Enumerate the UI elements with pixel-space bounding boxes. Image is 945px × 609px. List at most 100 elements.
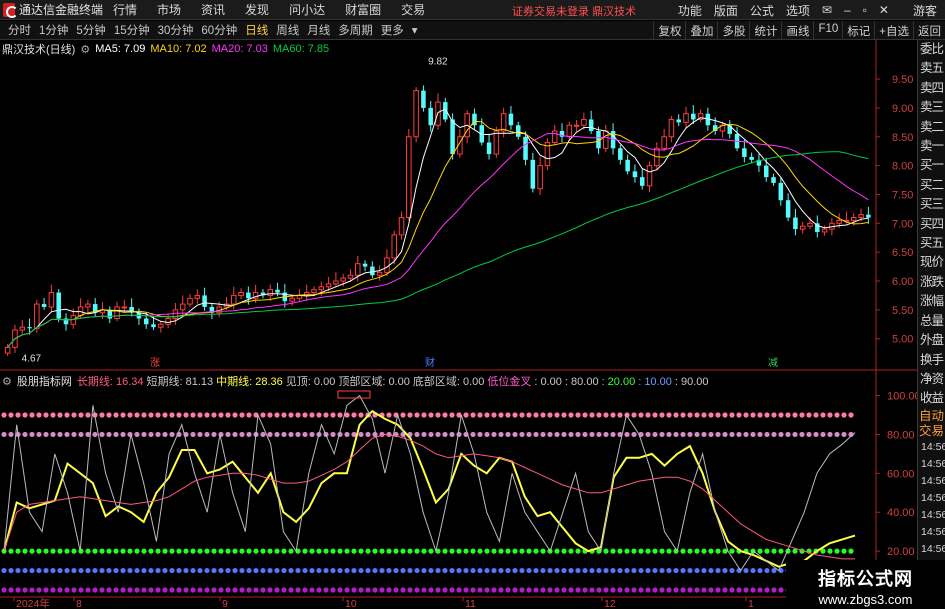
level-dot — [708, 548, 714, 554]
level-dot — [379, 548, 385, 554]
minimize-icon[interactable]: – — [838, 3, 857, 17]
tool-draw-line[interactable]: 画线 — [781, 21, 813, 40]
period-intraday[interactable]: 分时 — [4, 22, 35, 38]
period-multi[interactable]: 多周期 — [334, 22, 377, 38]
period-15min[interactable]: 15分钟 — [110, 22, 154, 38]
tool-add-favorite[interactable]: +自选 — [874, 21, 913, 40]
level-dot — [176, 412, 182, 418]
level-dot — [687, 431, 693, 438]
level-dot — [449, 412, 455, 418]
level-dot — [281, 412, 287, 418]
menu-formula[interactable]: 公式 — [744, 2, 780, 19]
level-dot — [512, 567, 518, 574]
level-dot — [120, 412, 126, 418]
level-dot — [8, 431, 14, 438]
menu-layout[interactable]: 版面 — [708, 2, 744, 19]
candle-body — [821, 228, 828, 233]
level-dot — [211, 548, 217, 554]
tick-time: 14:56 — [921, 542, 945, 555]
level-dot — [190, 412, 196, 418]
level-dot — [498, 412, 504, 418]
more-dropdown-icon[interactable]: ▾ — [408, 23, 422, 37]
menu-trade[interactable]: 交易 — [391, 1, 435, 18]
menu-market[interactable]: 市场 — [147, 1, 191, 18]
level-dot — [15, 567, 21, 574]
menu-wealth[interactable]: 财富圈 — [335, 1, 391, 18]
period-60min[interactable]: 60分钟 — [197, 22, 241, 38]
level-dot — [491, 567, 497, 574]
menu-options[interactable]: 选项 — [780, 2, 816, 19]
tool-back[interactable]: 返回 — [913, 21, 945, 40]
sub-indicator-item: : 0.00 — [534, 376, 562, 388]
level-dot — [316, 587, 322, 593]
candle-body — [151, 324, 156, 328]
level-dot — [715, 548, 721, 554]
candle-body — [231, 294, 237, 305]
level-dot — [204, 431, 210, 438]
level-dot — [589, 567, 595, 574]
level-dot — [78, 431, 84, 438]
level-dot — [57, 567, 63, 574]
kline-chart[interactable]: 5.00 5.50 6.00 6.50 7.00 7.50 8.00 8.50 9.00 9.50… — [0, 0, 945, 609]
period-30min[interactable]: 30分钟 — [154, 22, 198, 38]
tool-multi-stock[interactable]: 多股 — [717, 21, 749, 40]
level-dot — [134, 412, 140, 418]
candle-body — [85, 303, 91, 308]
level-dot — [232, 412, 238, 418]
message-icon[interactable]: ✉ — [816, 3, 838, 17]
level-dot — [71, 548, 77, 554]
menu-quotes[interactable]: 行情 — [103, 1, 147, 18]
level-dot — [575, 587, 581, 593]
tool-f10[interactable]: F10 — [813, 21, 842, 40]
level-dot — [15, 587, 21, 593]
candle-body — [202, 295, 207, 307]
close-icon[interactable]: ✕ — [873, 3, 895, 17]
stock-period-label[interactable]: 鼎汉技术(日线) — [2, 41, 75, 57]
level-dot — [400, 412, 406, 418]
menu-news[interactable]: 资讯 — [191, 1, 235, 18]
auto-trade-button[interactable]: 自动 交易 — [918, 409, 945, 439]
level-dot — [141, 548, 147, 554]
level-dot — [827, 431, 833, 438]
guest-user[interactable]: 游客 — [913, 2, 937, 19]
level-dot — [477, 412, 483, 418]
level-dot — [190, 431, 196, 438]
period-1min[interactable]: 1分钟 — [35, 22, 72, 38]
tool-mark[interactable]: 标记 — [842, 21, 874, 40]
settings-icon[interactable]: ⚙ — [80, 43, 90, 56]
level-dot — [50, 412, 56, 418]
menu-ask[interactable]: 问小达 — [279, 1, 335, 18]
candle-body — [56, 292, 61, 319]
menu-discover[interactable]: 发现 — [235, 1, 279, 18]
level-dot — [568, 587, 574, 593]
level-dot — [631, 587, 637, 593]
period-weekly[interactable]: 周线 — [272, 22, 303, 38]
period-daily[interactable]: 日线 — [241, 22, 272, 38]
period-monthly[interactable]: 月线 — [303, 22, 334, 38]
tool-statistics[interactable]: 统计 — [749, 21, 781, 40]
tool-adjust[interactable]: 复权 — [653, 21, 685, 40]
level-dot — [407, 587, 413, 593]
level-dot — [407, 412, 413, 418]
level-dot — [694, 567, 700, 574]
period-5min[interactable]: 5分钟 — [72, 22, 109, 38]
login-notice[interactable]: 证券交易未登录 鼎汉技术 — [512, 3, 636, 19]
maximize-icon[interactable]: ▫ — [857, 3, 873, 17]
level-dot — [337, 567, 343, 574]
level-dot — [148, 412, 154, 418]
level-dot — [484, 431, 490, 438]
level-dot — [169, 431, 175, 438]
menu-function[interactable]: 功能 — [672, 2, 708, 19]
sub-indicator-name[interactable]: 股朋指标网 — [17, 373, 72, 389]
level-dot — [715, 431, 721, 438]
sub-settings-icon[interactable]: ⚙ — [2, 375, 12, 388]
quote-label: 买二 — [919, 177, 944, 192]
level-dot — [575, 567, 581, 574]
tool-overlay[interactable]: 叠加 — [685, 21, 717, 40]
level-dot — [484, 548, 490, 554]
level-dot — [799, 412, 805, 418]
quote-label: 买一 — [919, 158, 944, 173]
period-more[interactable]: 更多 — [377, 22, 408, 38]
level-dot — [197, 548, 203, 554]
level-dot — [848, 412, 854, 418]
